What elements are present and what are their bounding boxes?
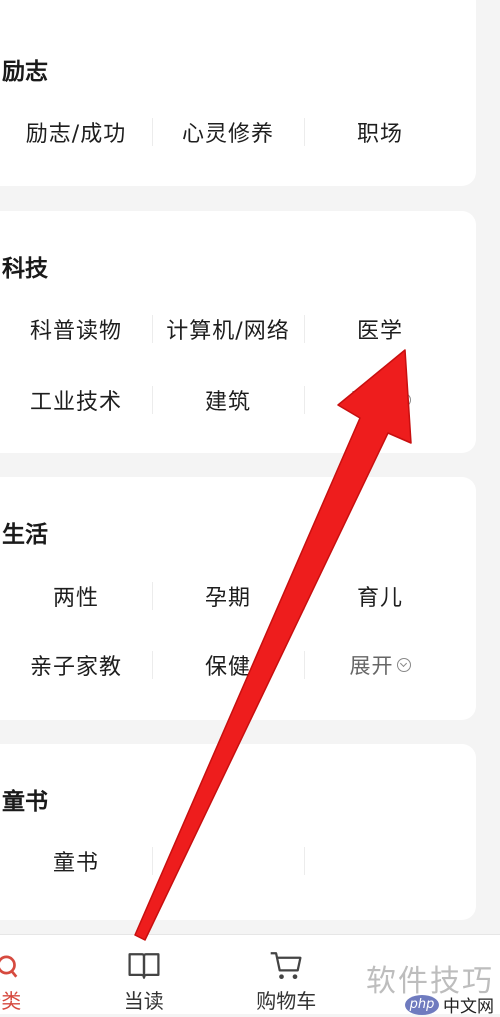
tab-reading[interactable]: 当读 <box>73 935 216 1014</box>
category-item-medicine[interactable]: 医学 <box>304 307 456 351</box>
expand-button[interactable]: 展开 <box>304 378 456 422</box>
empty-cell <box>304 839 456 883</box>
section-title: 励志 <box>2 52 48 86</box>
category-card-inspiration: 励志 励志/成功 心灵修养 职场 <box>0 0 476 186</box>
category-row: 励志/成功 心灵修养 职场 <box>0 110 456 154</box>
category-row: 亲子家教 保健 展开 <box>0 643 456 687</box>
php-logo: php <box>405 995 439 1015</box>
section-title: 生活 <box>2 515 48 549</box>
expand-label: 展开 <box>350 385 394 415</box>
tab-label: 分类 <box>0 985 21 1014</box>
tab-cart[interactable]: 购物车 <box>215 935 358 1014</box>
category-item-industry[interactable]: 工业技术 <box>0 378 152 422</box>
category-row: 两性 孕期 育儿 <box>0 574 456 618</box>
category-item-children-books[interactable]: 童书 <box>0 839 152 883</box>
category-item-pregnancy[interactable]: 孕期 <box>152 574 304 618</box>
chevron-down-icon <box>397 658 411 672</box>
section-title: 科技 <box>2 249 48 283</box>
site-watermark: php 中文网 <box>405 992 494 1017</box>
chevron-down-icon <box>397 393 411 407</box>
category-row: 童书 <box>0 839 456 883</box>
category-item-success[interactable]: 励志/成功 <box>0 110 152 154</box>
site-name: 中文网 <box>443 992 494 1017</box>
category-item-architecture[interactable]: 建筑 <box>152 378 304 422</box>
category-row: 工业技术 建筑 展开 <box>0 378 456 422</box>
expand-label: 展开 <box>350 650 394 680</box>
shopping-cart-icon <box>266 947 306 983</box>
open-book-icon <box>124 947 164 983</box>
category-item-family-education[interactable]: 亲子家教 <box>0 643 152 687</box>
tab-label: 购物车 <box>256 985 316 1014</box>
empty-cell <box>152 839 304 883</box>
category-item-parenting[interactable]: 育儿 <box>304 574 456 618</box>
category-item-computer-network[interactable]: 计算机/网络 <box>152 307 304 351</box>
category-item-mind[interactable]: 心灵修养 <box>152 110 304 154</box>
search-list-icon <box>0 947 21 983</box>
category-item-workplace[interactable]: 职场 <box>304 110 456 154</box>
expand-button[interactable]: 展开 <box>304 643 456 687</box>
category-item-health[interactable]: 保健 <box>152 643 304 687</box>
tab-category[interactable]: 分类 <box>0 935 73 1014</box>
category-item-popular-science[interactable]: 科普读物 <box>0 307 152 351</box>
tab-label: 当读 <box>124 985 164 1014</box>
category-card-children: 童书 童书 <box>0 744 476 920</box>
section-title: 童书 <box>2 782 48 816</box>
category-card-technology: 科技 科普读物 计算机/网络 医学 工业技术 建筑 展开 <box>0 211 476 453</box>
category-item-gender[interactable]: 两性 <box>0 574 152 618</box>
category-card-life: 生活 两性 孕期 育儿 亲子家教 保健 展开 <box>0 477 476 720</box>
category-row: 科普读物 计算机/网络 医学 <box>0 307 456 351</box>
